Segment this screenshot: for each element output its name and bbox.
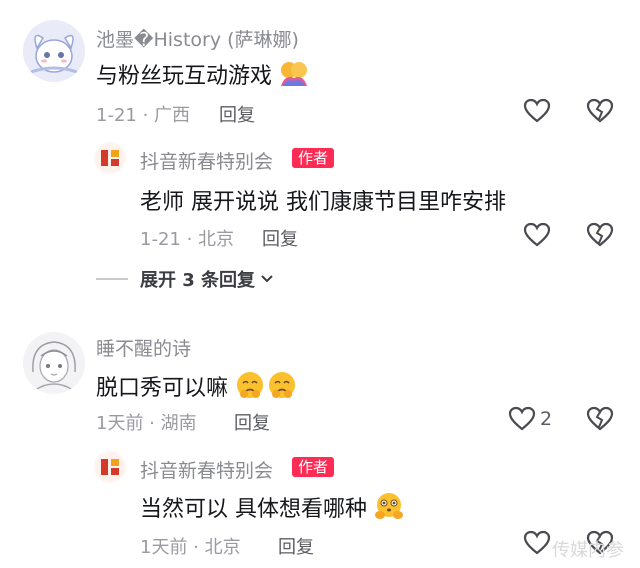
dislike-button[interactable] xyxy=(586,405,614,433)
reply-text-content: 当然可以 具体想看哪种 xyxy=(140,497,367,522)
heart-icon xyxy=(523,530,551,555)
festival-logo-icon xyxy=(96,453,124,481)
festival-logo-icon xyxy=(96,144,124,172)
reply-author[interactable]: 抖音新春特别会 xyxy=(140,147,273,174)
comment-meta: 1-21 · 广西 xyxy=(96,105,191,126)
comment-meta: 1天前 · 湖南 xyxy=(96,413,197,434)
reply-avatar[interactable] xyxy=(94,142,126,174)
avatar[interactable] xyxy=(23,20,85,82)
like-button[interactable] xyxy=(523,529,551,557)
dislike-button[interactable] xyxy=(586,97,614,125)
author-badge: 作者 xyxy=(292,457,335,477)
broken-heart-icon xyxy=(586,98,614,123)
like-button[interactable] xyxy=(523,97,551,125)
reply-author[interactable]: 抖音新春特别会 xyxy=(140,456,273,483)
reply-button[interactable]: 回复 xyxy=(278,533,314,559)
avatar-sketch-icon xyxy=(23,332,85,394)
like-count: 2 xyxy=(540,408,553,430)
watermark: 传媒内参 xyxy=(552,540,624,561)
hug-emoji-icon xyxy=(281,62,308,86)
reply-text: 当然可以 具体想看哪种 xyxy=(140,491,404,523)
chevron-down-icon xyxy=(261,275,273,283)
reply-text: 老师 展开说说 我们康康节目里咋安排 xyxy=(140,190,506,215)
avatar[interactable] xyxy=(23,332,85,394)
hugging-face-emoji-icon xyxy=(375,493,403,519)
heart-icon xyxy=(523,98,551,123)
author-badge: 作者 xyxy=(292,148,335,168)
comment-text-content: 脱口秀可以嘛 xyxy=(96,376,229,401)
heart-icon xyxy=(508,406,536,431)
reply-avatar[interactable] xyxy=(94,451,126,483)
broken-heart-icon xyxy=(586,406,614,431)
comment-text: 脱口秀可以嘛 xyxy=(96,370,297,402)
expand-replies-label: 展开 3 条回复 xyxy=(140,270,256,291)
pleading-face-emoji-icon xyxy=(237,372,296,398)
reply-button[interactable]: 回复 xyxy=(219,101,255,127)
comment-author[interactable]: 睡不醒的诗 xyxy=(96,334,191,361)
broken-heart-icon xyxy=(586,222,614,247)
like-button[interactable] xyxy=(523,221,551,249)
comment-text-content: 与粉丝玩互动游戏 xyxy=(96,64,273,89)
comment-author[interactable]: 池墨�History (萨琳娜) xyxy=(96,25,299,52)
reply-button[interactable]: 回复 xyxy=(262,225,298,251)
like-button[interactable]: 2 xyxy=(508,405,568,433)
reply-meta: 1天前 · 北京 xyxy=(140,537,241,558)
dislike-button[interactable] xyxy=(586,221,614,249)
reply-button[interactable]: 回复 xyxy=(234,409,270,435)
expand-replies-button[interactable]: 展开 3 条回复 xyxy=(140,266,275,292)
avatar-cartoon-icon xyxy=(23,20,85,82)
comment-text: 与粉丝玩互动游戏 xyxy=(96,58,309,90)
expand-divider xyxy=(96,278,128,280)
reply-meta: 1-21 · 北京 xyxy=(140,229,235,250)
heart-icon xyxy=(523,222,551,247)
